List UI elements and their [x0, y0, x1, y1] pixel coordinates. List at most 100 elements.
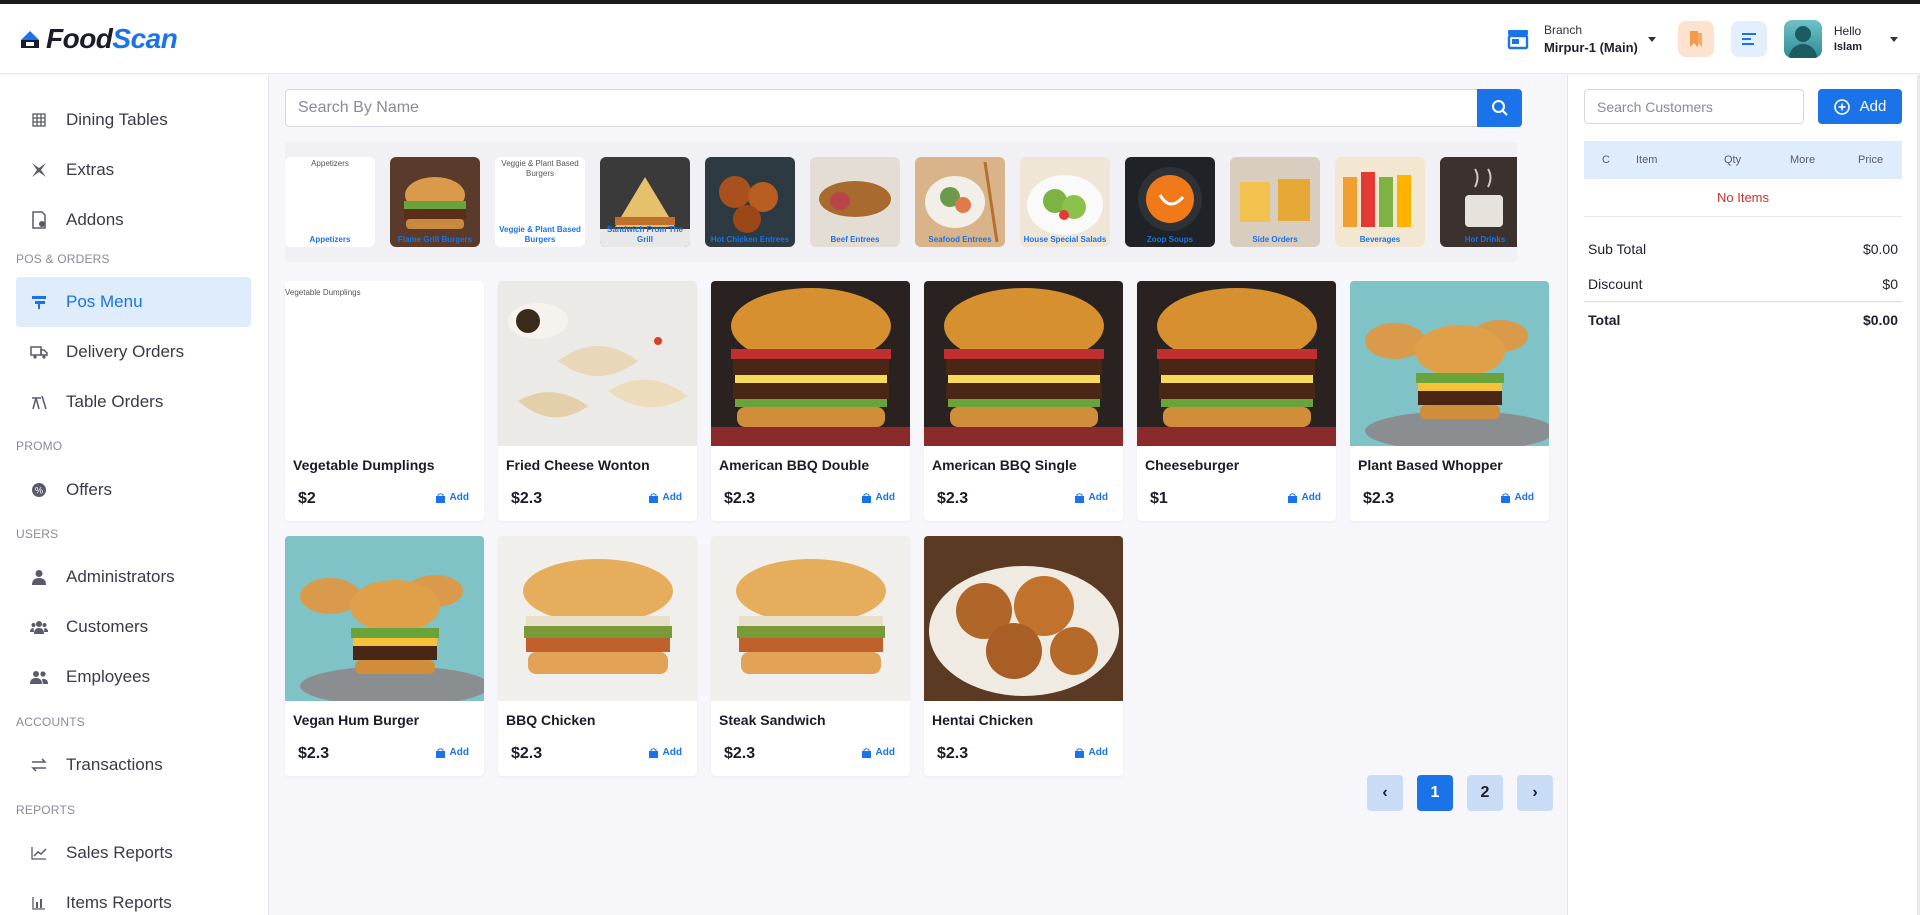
category-hot-drinks[interactable]: Hot Drinks: [1440, 157, 1517, 247]
user-greeting: Hello: [1833, 24, 1862, 38]
category-flame-grill-burgers[interactable]: Flame Grill Burgers: [390, 157, 480, 247]
beef-image: [810, 157, 900, 247]
product-card[interactable]: Cheeseburger $1 Add: [1137, 281, 1336, 521]
salad-image: [1020, 157, 1110, 247]
product-price: $2.3: [724, 490, 756, 507]
category-sandwich-grill[interactable]: Sandwich From The Grill: [600, 157, 690, 247]
product-card[interactable]: American BBQ Single $2.3 Add: [924, 281, 1123, 521]
customer-search-input[interactable]: [1597, 98, 1803, 115]
bag-icon: [861, 747, 871, 758]
category-label: Beef Entrees: [830, 235, 880, 244]
add-to-cart-button[interactable]: Add: [1074, 492, 1108, 503]
product-price: $2.3: [724, 745, 756, 762]
product-card[interactable]: BBQ Chicken $2.3 Add: [498, 536, 697, 776]
product-card[interactable]: Fried Cheese Wonton $2.3 Add: [498, 281, 697, 521]
category-zoop-soups[interactable]: Zoop Soups: [1125, 157, 1215, 247]
product-card[interactable]: Plant Based Whopper $2.3 Add: [1350, 281, 1549, 521]
category-hot-chicken[interactable]: Hot Chicken Entrees: [705, 157, 795, 247]
sidebar-item-delivery-orders[interactable]: Delivery Orders: [16, 327, 251, 377]
product-image: [1137, 281, 1336, 446]
add-label: Add: [875, 492, 895, 503]
col-c: C: [1602, 154, 1610, 166]
addons-icon: [30, 211, 48, 229]
add-label: Add: [662, 747, 682, 758]
sidebar-item-addons[interactable]: Addons: [16, 195, 251, 245]
sidebar-item-offers[interactable]: % Offers: [16, 465, 251, 515]
bag-icon: [1287, 492, 1297, 503]
category-veggie-plant-burgers[interactable]: Veggie & Plant Based Burgers Veggie & Pl…: [495, 157, 585, 247]
bag-icon: [1500, 492, 1510, 503]
brand-logo[interactable]: Food Scan: [18, 22, 178, 55]
col-qty: Qty: [1724, 154, 1742, 166]
subtotal-row: Sub Total $0.00: [1584, 231, 1902, 266]
plus-circle-icon: [1833, 98, 1850, 115]
brand-food: Food: [46, 22, 113, 54]
sidebar-item-pos-menu[interactable]: Pos Menu: [16, 277, 251, 327]
user-menu[interactable]: Hello Islam: [1783, 20, 1898, 58]
sidebar-item-dining-tables[interactable]: Dining Tables: [16, 95, 251, 145]
category-beef-entrees[interactable]: Beef Entrees: [810, 157, 900, 247]
category-label: Flame Grill Burgers: [397, 235, 473, 244]
sidebar-item-items-reports[interactable]: Items Reports: [16, 878, 251, 915]
pos-icon: [30, 293, 48, 311]
category-house-salads[interactable]: House Special Salads: [1020, 157, 1110, 247]
add-to-cart-button[interactable]: Add: [648, 747, 682, 758]
sidebar-item-sales-reports[interactable]: Sales Reports: [16, 828, 251, 878]
page-2-button[interactable]: 2: [1467, 775, 1503, 811]
sidebar-item-table-orders[interactable]: Table Orders: [16, 377, 251, 427]
add-to-cart-button[interactable]: Add: [861, 747, 895, 758]
sidebar-item-transactions[interactable]: Transactions: [16, 740, 251, 790]
add-to-cart-button[interactable]: Add: [861, 492, 895, 503]
empty-cart-message: No Items: [1584, 179, 1902, 217]
category-beverages[interactable]: Beverages: [1335, 157, 1425, 247]
col-price: Price: [1858, 154, 1884, 166]
product-card[interactable]: Vegetable Dumplings Vegetable Dumplings …: [285, 281, 484, 521]
category-label: Seafood Entrees: [928, 235, 992, 244]
sidebar-item-employees[interactable]: Employees: [16, 652, 251, 702]
category-appetizers[interactable]: Appetizers Appetizers: [285, 157, 375, 247]
add-label: Add: [1514, 492, 1534, 503]
page-1-button[interactable]: 1: [1417, 775, 1453, 811]
add-to-cart-button[interactable]: Add: [435, 492, 469, 503]
sidebar-item-label: Administrators: [66, 567, 175, 586]
col-item: Item: [1636, 154, 1658, 166]
add-to-cart-button[interactable]: Add: [1074, 747, 1108, 758]
branch-selector[interactable]: Branch Mirpur-1 (Main): [1506, 21, 1656, 57]
category-label: Appetizers: [309, 235, 351, 244]
search-input[interactable]: [286, 90, 1477, 126]
bag-icon: [1074, 492, 1084, 503]
add-customer-button[interactable]: Add: [1818, 89, 1902, 124]
category-label: House Special Salads: [1023, 235, 1107, 244]
add-label: Add: [449, 747, 469, 758]
category-seafood-entrees[interactable]: Seafood Entrees: [915, 157, 1005, 247]
sidebar-item-extras[interactable]: Extras: [16, 145, 251, 195]
product-card[interactable]: American BBQ Double $2.3 Add: [711, 281, 910, 521]
sidebar-item-label: Sales Reports: [66, 843, 173, 862]
sidebar-item-administrators[interactable]: Administrators: [16, 552, 251, 602]
menu-toggle-button[interactable]: [1730, 21, 1767, 57]
search-button[interactable]: [1477, 89, 1522, 127]
add-to-cart-button[interactable]: Add: [435, 747, 469, 758]
burger-image: [390, 157, 480, 247]
product-card[interactable]: Steak Sandwich $2.3 Add: [711, 536, 910, 776]
exchange-icon: [30, 756, 48, 774]
subtotal-value: $0.00: [1862, 240, 1898, 257]
product-name: American BBQ Double: [719, 457, 870, 473]
bookmark-button[interactable]: [1677, 21, 1714, 57]
next-page-button[interactable]: ›: [1517, 775, 1553, 811]
add-to-cart-button[interactable]: Add: [648, 492, 682, 503]
add-to-cart-button[interactable]: Add: [1287, 492, 1321, 503]
sidebar-item-customers[interactable]: Customers: [16, 602, 251, 652]
product-image: [498, 281, 697, 446]
add-label: Add: [1301, 492, 1321, 503]
bookmark-icon: [1689, 31, 1702, 47]
prev-page-button[interactable]: ‹: [1367, 775, 1403, 811]
product-card[interactable]: Hentai Chicken $2.3 Add: [924, 536, 1123, 776]
category-side-orders[interactable]: Side Orders: [1230, 157, 1320, 247]
bag-icon: [648, 747, 658, 758]
add-to-cart-button[interactable]: Add: [1500, 492, 1534, 503]
product-card[interactable]: Vegan Hum Burger $2.3 Add: [285, 536, 484, 776]
chart-line-icon: [30, 844, 48, 862]
product-name: Vegetable Dumplings: [293, 457, 435, 473]
sidebar-item-label: Items Reports: [66, 893, 172, 912]
